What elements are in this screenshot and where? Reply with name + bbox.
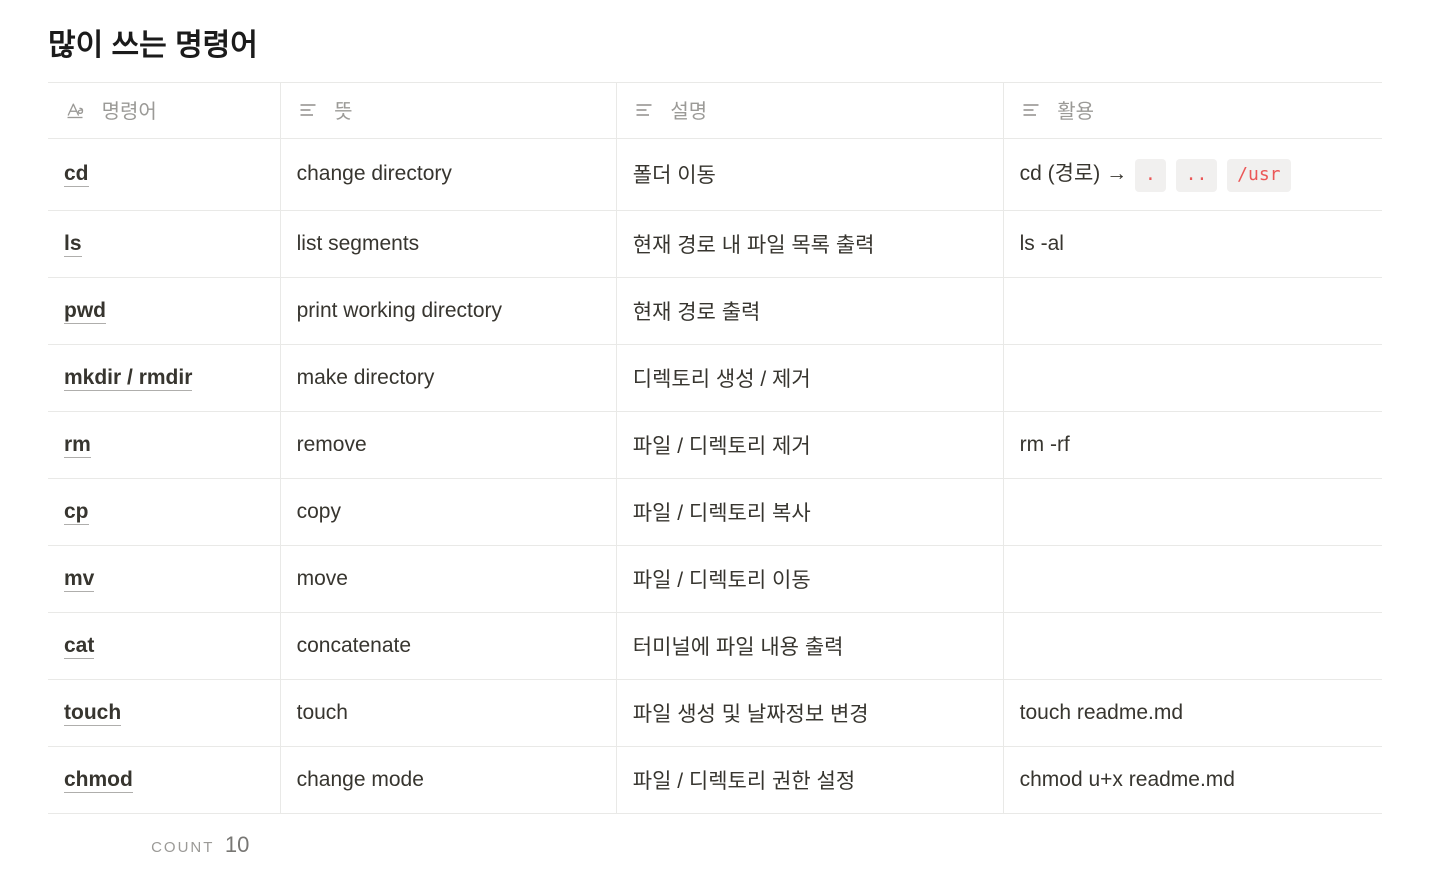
table-row: rm remove파일 / 디렉토리 제거rm -rf — [48, 411, 1382, 478]
table-row: mkdir / rmdir make directory디렉토리 생성 / 제거 — [48, 344, 1382, 411]
command-cell[interactable]: cp — [48, 478, 280, 545]
text-title-icon — [64, 99, 86, 121]
code-chip: /usr — [1227, 159, 1290, 192]
usage-cell[interactable]: touch readme.md — [1003, 679, 1382, 746]
command-name: mkdir / rmdir — [64, 366, 192, 391]
align-left-icon — [1020, 99, 1042, 121]
col-header-meaning[interactable]: 뜻 — [280, 83, 616, 139]
usage-cell[interactable] — [1003, 478, 1382, 545]
command-name: cat — [64, 634, 94, 659]
command-name: ls — [64, 232, 82, 257]
meaning-cell[interactable]: change directory — [280, 139, 616, 211]
table-footer: COUNT 10 — [48, 814, 1382, 858]
description-cell[interactable]: 터미널에 파일 내용 출력 — [616, 612, 1003, 679]
usage-cell[interactable] — [1003, 545, 1382, 612]
usage-cell[interactable]: rm -rf — [1003, 411, 1382, 478]
table-row: cat concatenate터미널에 파일 내용 출력 — [48, 612, 1382, 679]
align-left-icon — [633, 99, 655, 121]
usage-cell[interactable] — [1003, 277, 1382, 344]
table-row: cp copy파일 / 디렉토리 복사 — [48, 478, 1382, 545]
code-chip: .. — [1176, 159, 1218, 192]
usage-cell[interactable]: cd (경로) → . .. /usr — [1003, 139, 1382, 211]
command-name: chmod — [64, 768, 133, 793]
command-cell[interactable]: pwd — [48, 277, 280, 344]
col-header-usage-label: 활용 — [1057, 101, 1094, 123]
count-label: COUNT — [151, 839, 214, 856]
command-name: cd — [64, 162, 89, 187]
usage-prefix-text: cd (경로) → — [1020, 162, 1133, 185]
meaning-cell[interactable]: touch — [280, 679, 616, 746]
command-name: rm — [64, 433, 91, 458]
command-cell[interactable]: touch — [48, 679, 280, 746]
command-cell[interactable]: mv — [48, 545, 280, 612]
usage-cell[interactable] — [1003, 612, 1382, 679]
command-cell[interactable]: chmod — [48, 746, 280, 813]
col-header-command[interactable]: 명령어 — [48, 83, 280, 139]
table-row: pwd print working directory현재 경로 출력 — [48, 277, 1382, 344]
table-row: cdchange directory폴더 이동cd (경로) → . .. /u… — [48, 139, 1382, 211]
meaning-cell[interactable]: list segments — [280, 210, 616, 277]
table-row: chmod change mode파일 / 디렉토리 권한 설정chmod u+x… — [48, 746, 1382, 813]
meaning-cell[interactable]: copy — [280, 478, 616, 545]
col-header-command-label: 명령어 — [102, 101, 157, 123]
description-cell[interactable]: 파일 생성 및 날짜정보 변경 — [616, 679, 1003, 746]
description-cell[interactable]: 디렉토리 생성 / 제거 — [616, 344, 1003, 411]
command-cell[interactable]: rm — [48, 411, 280, 478]
usage-cell[interactable]: ls -al — [1003, 210, 1382, 277]
meaning-cell[interactable]: move — [280, 545, 616, 612]
description-cell[interactable]: 현재 경로 내 파일 목록 출력 — [616, 210, 1003, 277]
col-header-description[interactable]: 설명 — [616, 83, 1003, 139]
command-name: mv — [64, 567, 94, 592]
description-cell[interactable]: 파일 / 디렉토리 권한 설정 — [616, 746, 1003, 813]
table-body: cdchange directory폴더 이동cd (경로) → . .. /u… — [48, 139, 1382, 814]
command-cell[interactable]: cd — [48, 139, 280, 211]
col-header-description-label: 설명 — [670, 101, 707, 123]
command-cell[interactable]: ls — [48, 210, 280, 277]
usage-cell[interactable] — [1003, 344, 1382, 411]
description-cell[interactable]: 파일 / 디렉토리 제거 — [616, 411, 1003, 478]
table-row: mv move파일 / 디렉토리 이동 — [48, 545, 1382, 612]
table-row: ls list segments현재 경로 내 파일 목록 출력ls -al — [48, 210, 1382, 277]
meaning-cell[interactable]: print working directory — [280, 277, 616, 344]
col-header-usage[interactable]: 활용 — [1003, 83, 1382, 139]
count-value: 10 — [225, 832, 249, 857]
command-cell[interactable]: mkdir / rmdir — [48, 344, 280, 411]
meaning-cell[interactable]: concatenate — [280, 612, 616, 679]
align-left-icon — [297, 99, 319, 121]
command-name: pwd — [64, 299, 106, 324]
code-chip: . — [1135, 159, 1166, 192]
usage-cell[interactable]: chmod u+x readme.md — [1003, 746, 1382, 813]
table-header-row: 명령어 뜻 — [48, 83, 1382, 139]
meaning-cell[interactable]: remove — [280, 411, 616, 478]
description-cell[interactable]: 폴더 이동 — [616, 139, 1003, 211]
col-header-meaning-label: 뜻 — [334, 101, 352, 123]
command-cell[interactable]: cat — [48, 612, 280, 679]
commands-table: 명령어 뜻 — [48, 82, 1382, 814]
description-cell[interactable]: 현재 경로 출력 — [616, 277, 1003, 344]
description-cell[interactable]: 파일 / 디렉토리 이동 — [616, 545, 1003, 612]
commands-table-wrap: 명령어 뜻 — [48, 82, 1382, 858]
page-title: 많이 쓰는 명령어 — [48, 20, 1382, 64]
meaning-cell[interactable]: change mode — [280, 746, 616, 813]
meaning-cell[interactable]: make directory — [280, 344, 616, 411]
table-row: touchtouch파일 생성 및 날짜정보 변경touch readme.md — [48, 679, 1382, 746]
description-cell[interactable]: 파일 / 디렉토리 복사 — [616, 478, 1003, 545]
command-name: touch — [64, 701, 121, 726]
command-name: cp — [64, 500, 89, 525]
